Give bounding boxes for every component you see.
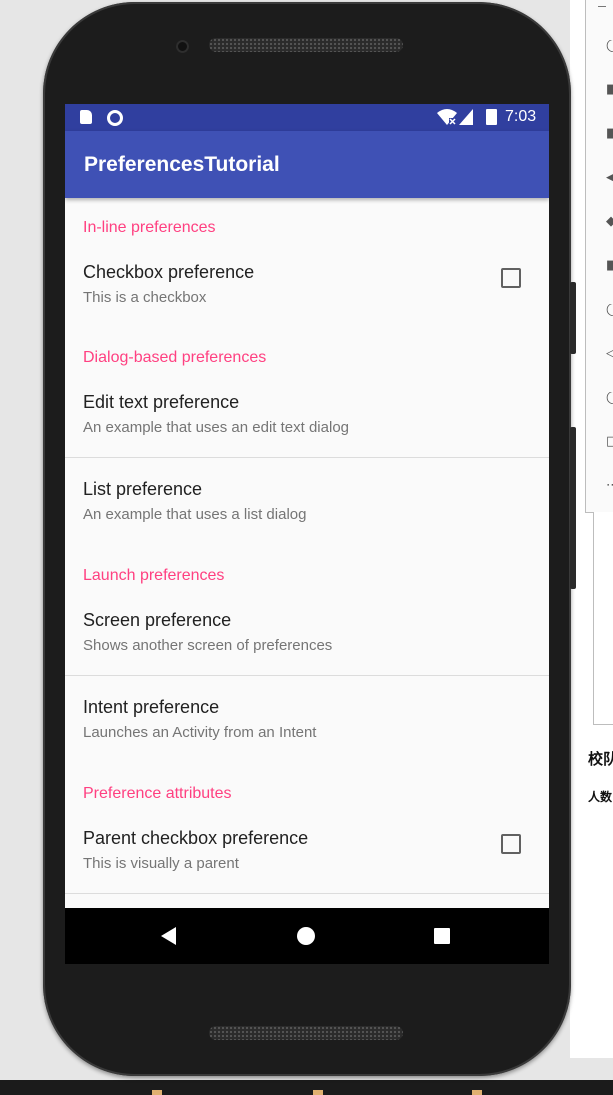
- taskbar: [0, 1080, 613, 1095]
- status-time: 7:03: [505, 108, 537, 125]
- pref-summary: Shows another screen of preferences: [83, 637, 333, 654]
- category-launch: Launch preferences: [83, 567, 225, 584]
- category-attributes: Preference attributes: [83, 785, 232, 802]
- zoom-icon[interactable]: ◯: [606, 304, 613, 316]
- pref-summary: This is a checkbox: [83, 289, 207, 306]
- pref-title: Checkbox preference: [83, 262, 255, 282]
- pref-title: Screen preference: [83, 610, 232, 630]
- bottom-speaker-grille: [209, 1026, 403, 1040]
- pref-title: Parent checkbox preference: [83, 828, 309, 848]
- app-bar: PreferencesTutorial: [65, 131, 549, 198]
- category-dialog: Dialog-based preferences: [83, 349, 267, 366]
- home-icon[interactable]: ◯: [606, 392, 613, 404]
- overview-icon[interactable]: □: [606, 436, 613, 448]
- sd-card-icon: [80, 110, 92, 124]
- home-icon[interactable]: [297, 927, 315, 945]
- divider: [65, 457, 549, 458]
- circle-notification-icon: [107, 110, 123, 126]
- volume-rocker[interactable]: [570, 427, 576, 589]
- rotate-left-icon[interactable]: ◀: [606, 172, 613, 184]
- side-text-2: 人数: [588, 790, 613, 804]
- divider: [65, 893, 549, 894]
- navigation-bar: [65, 908, 549, 964]
- category-inline: In-line preferences: [83, 219, 216, 236]
- side-text-1: 校队: [588, 750, 613, 768]
- front-camera: [176, 40, 189, 53]
- status-bar: 7:03: [65, 104, 549, 131]
- phone-screen: 7:03 PreferencesTutorial In-line prefere…: [65, 104, 549, 964]
- power-button[interactable]: [570, 282, 576, 354]
- battery-icon: [486, 109, 497, 125]
- recents-icon[interactable]: [434, 928, 450, 944]
- power-icon[interactable]: ◯: [606, 40, 613, 52]
- volume-down-icon[interactable]: ■: [606, 128, 613, 140]
- back-icon[interactable]: ◁: [606, 348, 613, 360]
- pref-title: Edit text preference: [83, 392, 240, 412]
- signal-icon: [459, 109, 473, 125]
- taskbar-marker: [152, 1090, 162, 1095]
- checkbox[interactable]: [501, 834, 521, 854]
- emulator-toolbar: ◯ ■ ■ ◀ ◆ ■ ◯ ◁ ◯ □ ⋯: [585, 0, 613, 513]
- pref-summary: Launches an Activity from an Intent: [83, 724, 317, 741]
- pref-summary: This is visually a parent: [83, 855, 239, 872]
- camera-icon[interactable]: ■: [606, 260, 613, 272]
- pref-summary: An example that uses an edit text dialog: [83, 419, 350, 436]
- rotate-right-icon[interactable]: ◆: [606, 216, 613, 228]
- pref-summary: An example that uses a list dialog: [83, 506, 307, 523]
- pref-title: Intent preference: [83, 697, 220, 717]
- more-icon[interactable]: ⋯: [606, 480, 613, 492]
- checkbox[interactable]: [501, 268, 521, 288]
- divider: [65, 675, 549, 676]
- taskbar-marker: [313, 1090, 323, 1095]
- wifi-icon: [437, 109, 457, 125]
- top-speaker-grille: [209, 38, 403, 52]
- pref-title: List preference: [83, 479, 203, 499]
- side-frame: [593, 512, 613, 725]
- volume-up-icon[interactable]: ■: [606, 84, 613, 96]
- minimize-icon[interactable]: [598, 6, 606, 7]
- app-title: PreferencesTutorial: [84, 153, 280, 176]
- back-icon[interactable]: [161, 927, 176, 945]
- taskbar-marker: [472, 1090, 482, 1095]
- preferences-list: In-line preferences Checkbox preference …: [65, 198, 549, 908]
